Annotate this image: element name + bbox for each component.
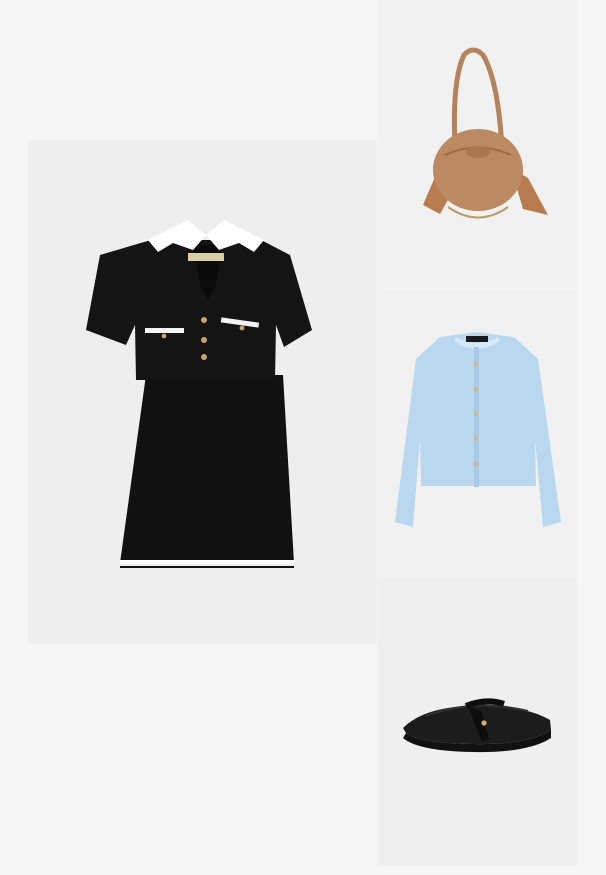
product-image-shoes[interactable] — [378, 578, 577, 866]
cardigan-image — [395, 332, 561, 527]
dress-image — [86, 220, 312, 568]
product-image-bag[interactable] — [378, 0, 577, 288]
bag-image — [423, 47, 548, 219]
product-image-cardigan[interactable] — [378, 289, 577, 577]
product-image-dress[interactable] — [28, 140, 377, 644]
shoe-image — [403, 698, 551, 753]
